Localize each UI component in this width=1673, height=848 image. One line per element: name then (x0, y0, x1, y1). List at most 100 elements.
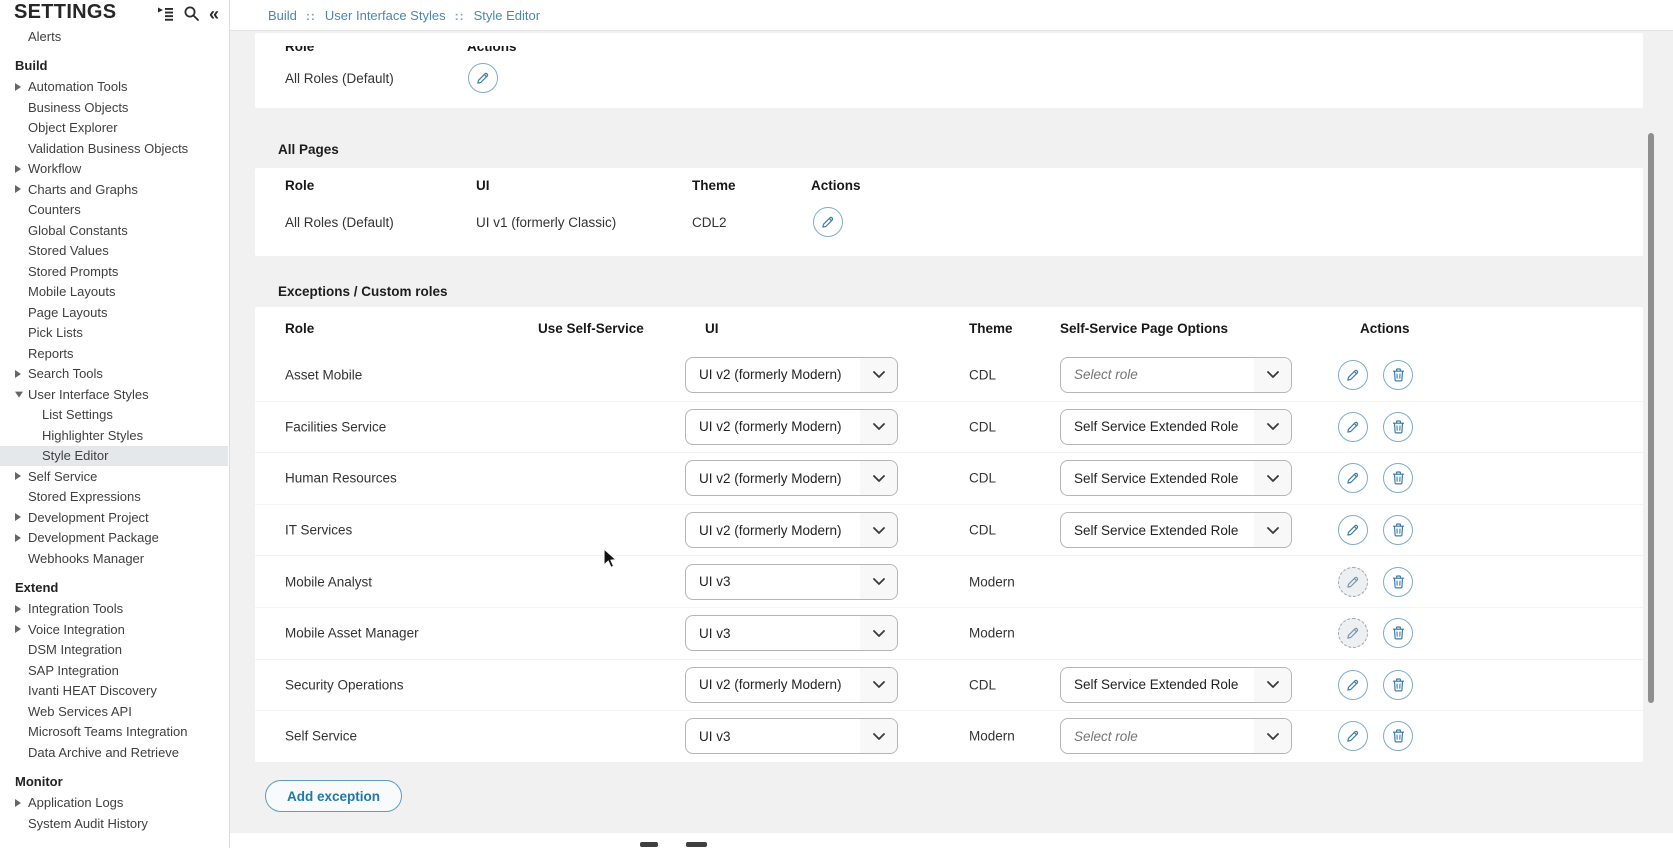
sidebar-item-reports[interactable]: Reports (0, 343, 228, 364)
exceptions-table: Role Use Self-Service UI Theme Self-Serv… (255, 307, 1643, 762)
sidebar-item-development-package[interactable]: Development Package (0, 528, 228, 549)
sidebar-item-pick-lists[interactable]: Pick Lists (0, 323, 228, 344)
sidebar-item-label: List Settings (42, 407, 113, 422)
ui-select[interactable]: UI v3 (685, 615, 898, 651)
delete-button[interactable] (1383, 463, 1413, 493)
clipped-header-row: Role Actions (255, 46, 1643, 108)
expand-arrow-icon[interactable] (15, 513, 21, 521)
breadcrumb-build[interactable]: Build (268, 8, 297, 23)
sidebar-item-workflow[interactable]: Workflow (0, 159, 228, 180)
expand-arrow-icon[interactable] (15, 472, 21, 480)
sidebar-item-mobile-layouts[interactable]: Mobile Layouts (0, 282, 228, 303)
expand-arrow-icon[interactable] (15, 605, 21, 613)
expand-arrow-icon[interactable] (15, 185, 21, 193)
edit-button[interactable] (813, 207, 843, 237)
delete-button[interactable] (1383, 721, 1413, 751)
edit-button[interactable] (1338, 515, 1368, 545)
sidebar-item-web-services-api[interactable]: Web Services API (0, 701, 228, 722)
sidebar-item-search-tools[interactable]: Search Tools (0, 364, 228, 385)
sidebar-item-microsoft-teams-integration[interactable]: Microsoft Teams Integration (0, 722, 228, 743)
edit-button[interactable] (468, 63, 498, 93)
topbar: Build :: User Interface Styles :: Style … (230, 0, 1673, 31)
breadcrumb-style-editor[interactable]: Style Editor (474, 8, 540, 23)
sidebar-item-stored-prompts[interactable]: Stored Prompts (0, 261, 228, 282)
ui-select[interactable]: UI v2 (formerly Modern) (685, 409, 898, 445)
add-exception-button[interactable]: Add exception (265, 780, 402, 812)
sidebar-item-label: Application Logs (28, 795, 123, 810)
delete-button[interactable] (1383, 567, 1413, 597)
sidebar-item-business-objects[interactable]: Business Objects (0, 97, 228, 118)
sidebar-item-object-explorer[interactable]: Object Explorer (0, 118, 228, 139)
sidebar-item-label: Ivanti HEAT Discovery (28, 683, 157, 698)
edit-button[interactable] (1338, 463, 1368, 493)
sidebar-item-page-layouts[interactable]: Page Layouts (0, 302, 228, 323)
sidebar-item-label: Web Services API (28, 704, 132, 719)
delete-button[interactable] (1383, 618, 1413, 648)
tree-collapse-icon[interactable] (157, 7, 174, 21)
breadcrumb-user-interface-styles[interactable]: User Interface Styles (325, 8, 446, 23)
page-options-select-value: Self Service Extended Role (1074, 523, 1238, 538)
search-icon[interactable] (183, 5, 200, 22)
page-options-select[interactable]: Select role (1060, 357, 1292, 393)
ui-select[interactable]: UI v3 (685, 718, 898, 754)
sidebar-item-user-interface-styles[interactable]: User Interface Styles (0, 384, 228, 405)
row-theme-label: CDL (969, 471, 996, 486)
edit-button[interactable] (1338, 670, 1368, 700)
page-options-select[interactable]: Self Service Extended Role (1060, 460, 1292, 496)
sidebar-item-dsm-integration[interactable]: DSM Integration (0, 640, 228, 661)
expand-arrow-icon[interactable] (15, 625, 21, 633)
edit-button[interactable] (1338, 360, 1368, 390)
ui-select[interactable]: UI v2 (formerly Modern) (685, 512, 898, 548)
sidebar-item-stored-expressions[interactable]: Stored Expressions (0, 487, 228, 508)
sidebar-item-voice-integration[interactable]: Voice Integration (0, 619, 228, 640)
ui-select[interactable]: UI v2 (formerly Modern) (685, 460, 898, 496)
column-header-ui: UI (705, 321, 719, 336)
sidebar-item-style-editor[interactable]: Style Editor (0, 446, 228, 467)
ui-select[interactable]: UI v3 (685, 564, 898, 600)
sidebar-item-highlighter-styles[interactable]: Highlighter Styles (0, 425, 228, 446)
delete-button[interactable] (1383, 670, 1413, 700)
expand-arrow-icon[interactable] (15, 83, 21, 91)
sidebar-item-self-service[interactable]: Self Service (0, 466, 228, 487)
sidebar-item-alerts[interactable]: Alerts (0, 26, 228, 47)
vertical-scrollbar[interactable] (1648, 133, 1654, 703)
delete-button[interactable] (1383, 515, 1413, 545)
delete-button[interactable] (1383, 360, 1413, 390)
sidebar-item-label: Page Layouts (28, 305, 108, 320)
expand-arrow-icon[interactable] (15, 799, 21, 807)
sidebar-item-development-project[interactable]: Development Project (0, 507, 228, 528)
expand-arrow-icon[interactable] (15, 534, 21, 542)
sidebar-item-counters[interactable]: Counters (0, 200, 228, 221)
sidebar-item-application-logs[interactable]: Application Logs (0, 793, 228, 814)
page-options-select[interactable]: Select role (1060, 718, 1292, 754)
edit-button[interactable] (1338, 721, 1368, 751)
settings-title: SETTINGS (14, 1, 116, 24)
ui-select[interactable]: UI v2 (formerly Modern) (685, 357, 898, 393)
sidebar-item-charts-and-graphs[interactable]: Charts and Graphs (0, 179, 228, 200)
sidebar-item-system-audit-history[interactable]: System Audit History (0, 813, 228, 834)
sidebar-item-webhooks-manager[interactable]: Webhooks Manager (0, 548, 228, 569)
page-options-select[interactable]: Self Service Extended Role (1060, 667, 1292, 703)
sidebar-item-ivanti-heat-discovery[interactable]: Ivanti HEAT Discovery (0, 681, 228, 702)
collapse-arrow-icon[interactable] (15, 392, 23, 398)
ui-select[interactable]: UI v2 (formerly Modern) (685, 667, 898, 703)
sidebar-item-extend: Extend (0, 577, 228, 599)
expand-arrow-icon[interactable] (15, 165, 21, 173)
sidebar-item-automation-tools[interactable]: Automation Tools (0, 77, 228, 98)
page-options-select[interactable]: Self Service Extended Role (1060, 409, 1292, 445)
sidebar-item-label: Business Objects (28, 100, 128, 115)
sidebar-item-integration-tools[interactable]: Integration Tools (0, 599, 228, 620)
expand-arrow-icon[interactable] (15, 370, 21, 378)
sidebar-item-sap-integration[interactable]: SAP Integration (0, 660, 228, 681)
sidebar-item-validation-business-objects[interactable]: Validation Business Objects (0, 138, 228, 159)
sidebar-item-data-archive-and-retrieve[interactable]: Data Archive and Retrieve (0, 742, 228, 763)
sidebar-item-stored-values[interactable]: Stored Values (0, 241, 228, 262)
delete-button[interactable] (1383, 412, 1413, 442)
sidebar-item-list-settings[interactable]: List Settings (0, 405, 228, 426)
page-options-select[interactable]: Self Service Extended Role (1060, 512, 1292, 548)
row-role-label: IT Services (285, 523, 352, 538)
edit-button[interactable] (1338, 412, 1368, 442)
sidebar-item-label: System Audit History (28, 816, 148, 831)
sidebar-item-global-constants[interactable]: Global Constants (0, 220, 228, 241)
collapse-panel-icon[interactable]: « (209, 7, 219, 21)
